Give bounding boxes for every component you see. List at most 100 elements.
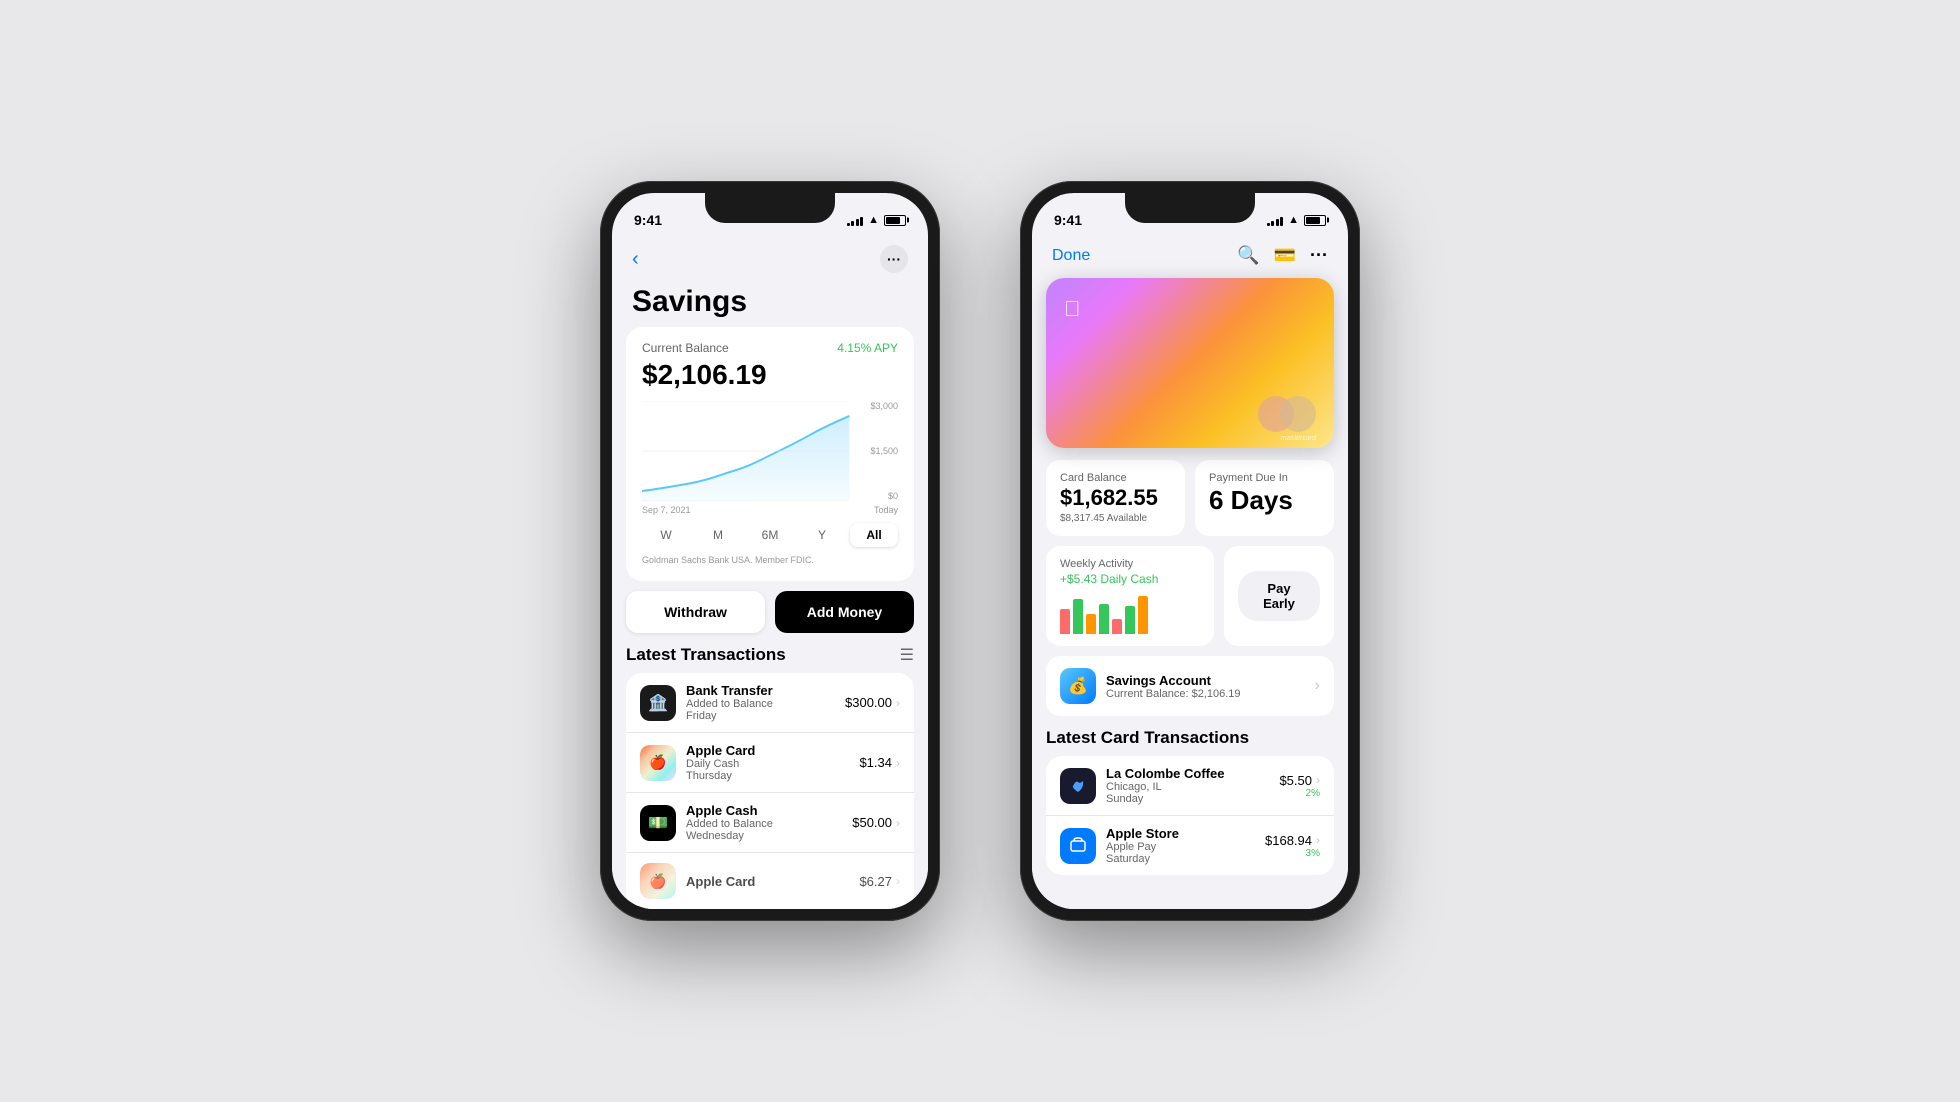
- tx-amount: $1.34: [859, 755, 892, 770]
- notch-2: [1125, 193, 1255, 223]
- action-buttons: Withdraw Add Money: [626, 591, 914, 633]
- savings-account-balance: Current Balance: $2,106.19: [1106, 688, 1305, 700]
- card-transaction-item-2[interactable]: Apple Store Apple Pay Saturday $168.94 ›…: [1046, 816, 1334, 875]
- card-transaction-item[interactable]: La Colombe Coffee Chicago, IL Sunday $5.…: [1046, 756, 1334, 816]
- card-balance-label: Card Balance: [1060, 472, 1171, 484]
- card-icon[interactable]: 💳: [1274, 245, 1296, 266]
- savings-nav: ‹ ···: [612, 237, 928, 281]
- status-icons-2: ▲: [1267, 214, 1326, 226]
- chevron-icon-applestore: ›: [1316, 833, 1320, 847]
- more-button[interactable]: ···: [880, 245, 908, 273]
- period-6m[interactable]: 6M: [746, 523, 794, 547]
- tx-name: Bank Transfer: [686, 683, 835, 698]
- chart-y-labels: $3,000 $1,500 $0: [870, 401, 898, 501]
- transaction-item[interactable]: 🍎 Apple Card Daily Cash Thursday $1.34 ›: [626, 733, 914, 793]
- tx-name: Apple Cash: [686, 803, 842, 818]
- period-selector: W M 6M Y All: [642, 523, 898, 547]
- transaction-item[interactable]: 💵 Apple Cash Added to Balance Wednesday …: [626, 793, 914, 853]
- transaction-list: 🏦 Bank Transfer Added to Balance Friday …: [626, 673, 914, 909]
- transaction-item[interactable]: 🏦 Bank Transfer Added to Balance Friday …: [626, 673, 914, 733]
- tx-icon-bank: 🏦: [640, 685, 676, 721]
- card-nav: Done 🔍 💳 ···: [1032, 237, 1348, 274]
- cashback-applestore: 3%: [1265, 848, 1320, 859]
- tx-icon-applestore: [1060, 828, 1096, 864]
- savings-chevron-icon: ›: [1315, 677, 1320, 695]
- tx-amount-applestore: $168.94: [1265, 833, 1312, 848]
- tx-icon-applecash: 💵: [640, 805, 676, 841]
- bar-5: [1112, 619, 1122, 634]
- card-balance-card: Card Balance $1,682.55 $8,317.45 Availab…: [1046, 460, 1185, 536]
- savings-account-name: Savings Account: [1106, 673, 1305, 688]
- weekly-label: Weekly Activity: [1060, 558, 1200, 570]
- bar-7: [1138, 596, 1148, 634]
- savings-account-icon: 💰: [1060, 668, 1096, 704]
- savings-page-title: Savings: [612, 281, 928, 327]
- pay-early-card: Pay Early: [1224, 546, 1334, 646]
- apple-card-screen: Done 🔍 💳 ···  mastercard Card: [1032, 237, 1348, 909]
- chevron-icon: ›: [896, 756, 900, 770]
- cashback-colombe: 2%: [1279, 788, 1320, 799]
- notch: [705, 193, 835, 223]
- transactions-section: Latest Transactions ☰ 🏦 Bank Transfer Ad…: [612, 645, 928, 909]
- search-icon[interactable]: 🔍: [1237, 245, 1259, 266]
- payment-due-days: 6 Days: [1209, 486, 1320, 515]
- tx-desc: Added to Balance: [686, 818, 842, 830]
- more-icon-card[interactable]: ···: [1310, 245, 1328, 266]
- tx-desc-applestore: Apple Pay: [1106, 841, 1255, 853]
- tx-amount: $300.00: [845, 695, 892, 710]
- savings-account-row[interactable]: 💰 Savings Account Current Balance: $2,10…: [1046, 656, 1334, 716]
- back-button[interactable]: ‹: [632, 248, 639, 271]
- period-m[interactable]: M: [694, 523, 742, 547]
- add-money-button[interactable]: Add Money: [775, 591, 914, 633]
- transaction-item[interactable]: 🍎 Apple Card $6.27 ›: [626, 853, 914, 909]
- bar-3: [1086, 614, 1096, 634]
- savings-chart: $3,000 $1,500 $0: [642, 401, 898, 501]
- tx-day: Thursday: [686, 770, 849, 782]
- mastercard-text: mastercard: [1281, 435, 1316, 442]
- tx-day-applestore: Saturday: [1106, 853, 1255, 865]
- chevron-icon: ›: [896, 874, 900, 888]
- bar-6: [1125, 606, 1135, 634]
- tx-icon-applecard: 🍎: [640, 745, 676, 781]
- withdraw-button[interactable]: Withdraw: [626, 591, 765, 633]
- tx-desc: Added to Balance: [686, 698, 835, 710]
- payment-due-card: Payment Due In 6 Days: [1195, 460, 1334, 536]
- payment-due-label: Payment Due In: [1209, 472, 1320, 484]
- activity-row: Weekly Activity +$5.43 Daily Cash Pay Ea…: [1046, 546, 1334, 646]
- tx-day: Friday: [686, 710, 835, 722]
- balance-amount: $2,106.19: [642, 359, 898, 391]
- weekly-activity-card: Weekly Activity +$5.43 Daily Cash: [1046, 546, 1214, 646]
- apple-card-image:  mastercard: [1046, 278, 1334, 448]
- period-all[interactable]: All: [850, 523, 898, 547]
- filter-icon[interactable]: ☰: [900, 645, 914, 665]
- tx-amount: $6.27: [859, 874, 892, 889]
- tx-icon-applecard2: 🍎: [640, 863, 676, 899]
- chevron-icon-colombe: ›: [1316, 773, 1320, 787]
- balance-card: Current Balance 4.15% APY $2,106.19: [626, 327, 914, 581]
- time-1: 9:41: [634, 212, 662, 228]
- card-transaction-list: La Colombe Coffee Chicago, IL Sunday $5.…: [1046, 756, 1334, 875]
- time-2: 9:41: [1054, 212, 1082, 228]
- weekly-cash: +$5.43 Daily Cash: [1060, 572, 1200, 586]
- card-available: $8,317.45 Available: [1060, 513, 1171, 524]
- weekly-bar-chart: [1060, 594, 1200, 634]
- bar-4: [1099, 604, 1109, 634]
- wifi-icon: ▲: [868, 214, 879, 226]
- tx-name-applestore: Apple Store: [1106, 826, 1255, 841]
- chart-svg: [642, 401, 866, 501]
- savings-screen: ‹ ··· Savings Current Balance 4.15% APY …: [612, 237, 928, 909]
- bar-1: [1060, 609, 1070, 634]
- period-y[interactable]: Y: [798, 523, 846, 547]
- phone-apple-card: 9:41 ▲ Done 🔍 💳: [1020, 181, 1360, 921]
- card-transactions-title: Latest Card Transactions: [1046, 728, 1249, 748]
- battery-icon-2: [1304, 215, 1326, 226]
- goldman-note: Goldman Sachs Bank USA. Member FDIC.: [642, 555, 898, 565]
- tx-amount-colombe: $5.50: [1279, 773, 1312, 788]
- card-balance-amount: $1,682.55: [1060, 486, 1171, 510]
- period-w[interactable]: W: [642, 523, 690, 547]
- card-nav-icons: 🔍 💳 ···: [1237, 245, 1328, 266]
- done-button[interactable]: Done: [1052, 247, 1090, 265]
- phone-savings: 9:41 ▲ ‹ ··· Savings: [600, 181, 940, 921]
- wifi-icon-2: ▲: [1288, 214, 1299, 226]
- pay-early-button[interactable]: Pay Early: [1238, 571, 1320, 621]
